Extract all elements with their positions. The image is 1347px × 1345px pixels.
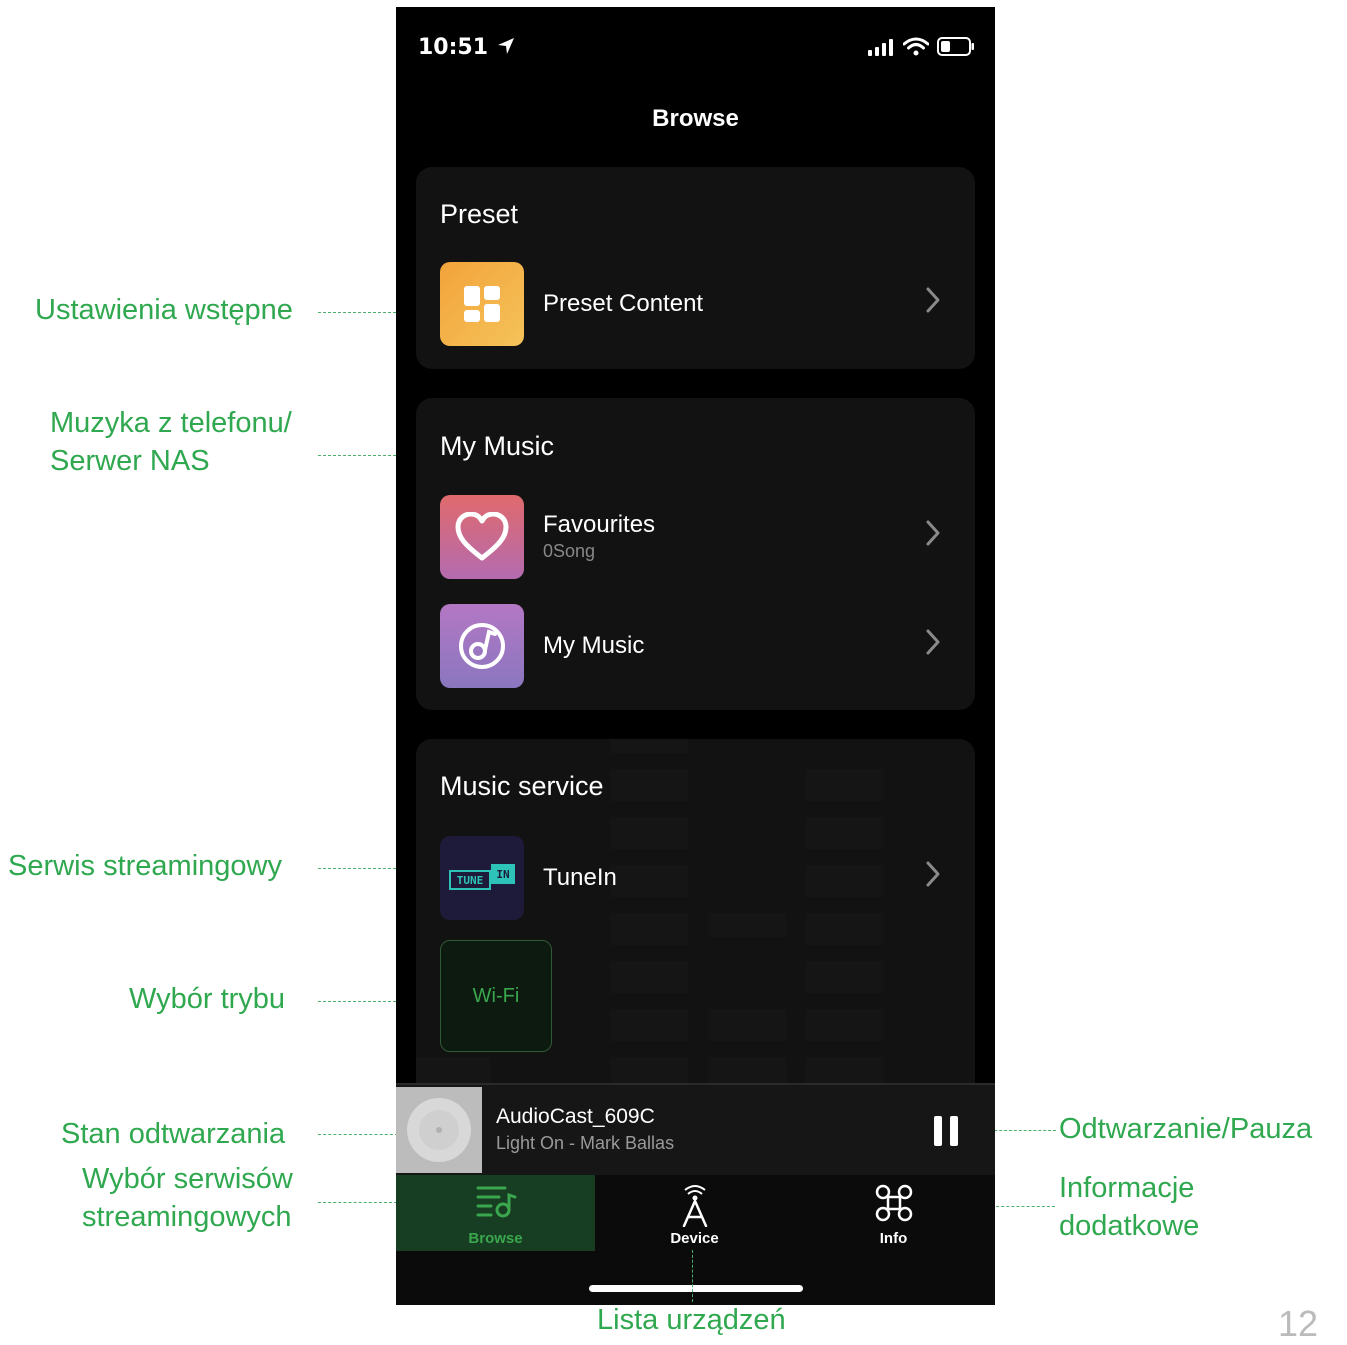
preset-content-row[interactable]: Preset Content	[440, 262, 951, 348]
tunein-label: TuneIn	[543, 864, 617, 891]
equalizer-block	[610, 1009, 688, 1041]
browse-music-list-icon	[476, 1186, 516, 1218]
my-music-card: My Music Favourites 0Song My Music	[416, 398, 975, 710]
annotation-device-list: Lista urządzeń	[597, 1304, 786, 1336]
annotation-my-music-line2: Serwer NAS	[50, 445, 210, 477]
status-time: 10:51	[418, 35, 516, 60]
music-service-section-title: Music service	[440, 771, 604, 801]
tunein-row[interactable]: TUNE IN TuneIn	[440, 836, 951, 922]
equalizer-block	[610, 769, 688, 801]
preset-card: Preset Preset Content	[416, 167, 975, 369]
home-indicator[interactable]	[589, 1285, 803, 1292]
equalizer-block	[806, 769, 884, 801]
annotation-info-line1: Informacje	[1059, 1172, 1195, 1204]
tab-info-label: Info	[879, 1230, 908, 1247]
my-music-thumbnail	[440, 604, 524, 688]
track-title: AudioCast_609C	[496, 1105, 655, 1128]
preset-content-thumbnail	[440, 262, 524, 346]
my-music-label: My Music	[543, 632, 645, 659]
page-title: Browse	[652, 105, 739, 132]
grid-icon	[464, 286, 500, 322]
device-antenna-icon	[682, 1185, 707, 1227]
mode-wifi-button[interactable]: Wi-Fi	[440, 940, 552, 1052]
preset-section-title: Preset	[440, 199, 519, 229]
chevron-right-icon	[926, 287, 940, 313]
equalizer-block	[610, 739, 688, 753]
pause-bar	[950, 1116, 958, 1146]
battery-icon	[937, 37, 974, 56]
album-art	[396, 1087, 482, 1173]
annotation-play-pause: Odtwarzanie/Pauza	[1059, 1113, 1313, 1145]
tab-device[interactable]: Device	[595, 1175, 794, 1251]
chevron-right-icon	[926, 861, 940, 887]
annotation-playback-state: Stan odtwarzania	[61, 1118, 286, 1150]
chevron-right-icon	[926, 520, 940, 546]
leader-line-playback-state	[318, 1134, 398, 1135]
my-music-section-title: My Music	[440, 431, 554, 461]
status-icons	[867, 37, 975, 56]
music-note-icon	[459, 623, 505, 669]
favourites-row[interactable]: Favourites 0Song	[440, 495, 951, 581]
equalizer-block	[806, 1009, 884, 1041]
wifi-icon	[903, 37, 929, 56]
annotation-services-line1: Wybór serwisów	[82, 1163, 293, 1195]
tunein-logo-tune: TUNE	[456, 873, 484, 887]
tab-browse[interactable]: Browse	[396, 1175, 595, 1251]
annotation-info-line2: dodatkowe	[1059, 1210, 1200, 1242]
chevron-right-icon	[926, 629, 940, 655]
track-subtitle: Light On - Mark Ballas	[496, 1133, 675, 1153]
cellular-signal-icon	[868, 39, 893, 56]
favourites-label: Favourites	[543, 511, 656, 538]
tab-info[interactable]: Info	[794, 1175, 993, 1251]
leader-line-device-list	[692, 1250, 693, 1302]
mode-wifi-label: Wi-Fi	[472, 984, 520, 1007]
equalizer-block	[708, 1009, 786, 1041]
annotation-my-music-line1: Muzyka z telefonu/	[50, 407, 292, 439]
mini-player[interactable]: AudioCast_609C Light On - Mark Ballas	[396, 1083, 995, 1175]
pause-bar	[934, 1116, 942, 1146]
preset-content-label: Preset Content	[543, 290, 704, 317]
disc-icon	[407, 1098, 471, 1162]
annotation-preset: Ustawienia wstępne	[35, 294, 293, 326]
heart-icon	[455, 512, 509, 561]
tunein-logo: TUNE IN	[449, 864, 515, 892]
command-key-icon	[875, 1184, 912, 1222]
equalizer-block	[610, 961, 688, 993]
tunein-thumbnail: TUNE IN	[440, 836, 524, 920]
favourites-count: 0Song	[543, 541, 596, 561]
equalizer-block	[806, 961, 884, 993]
favourites-thumbnail	[440, 495, 524, 579]
page-number: 12	[1278, 1303, 1319, 1344]
tab-device-label: Device	[670, 1230, 719, 1247]
annotation-mode: Wybór trybu	[129, 983, 286, 1015]
location-arrow-icon	[497, 38, 514, 54]
tab-browse-label: Browse	[468, 1230, 523, 1247]
pause-button[interactable]	[934, 1116, 960, 1146]
my-music-row[interactable]: My Music	[440, 604, 951, 690]
tunein-logo-in: IN	[496, 867, 510, 881]
annotation-streaming: Serwis streamingowy	[8, 850, 282, 882]
status-time-text: 10:51	[418, 35, 489, 60]
annotation-services-line2: streamingowych	[82, 1201, 292, 1233]
phone-screen: 10:51 Browse Preset Preset Content My Mu…	[396, 7, 995, 1305]
